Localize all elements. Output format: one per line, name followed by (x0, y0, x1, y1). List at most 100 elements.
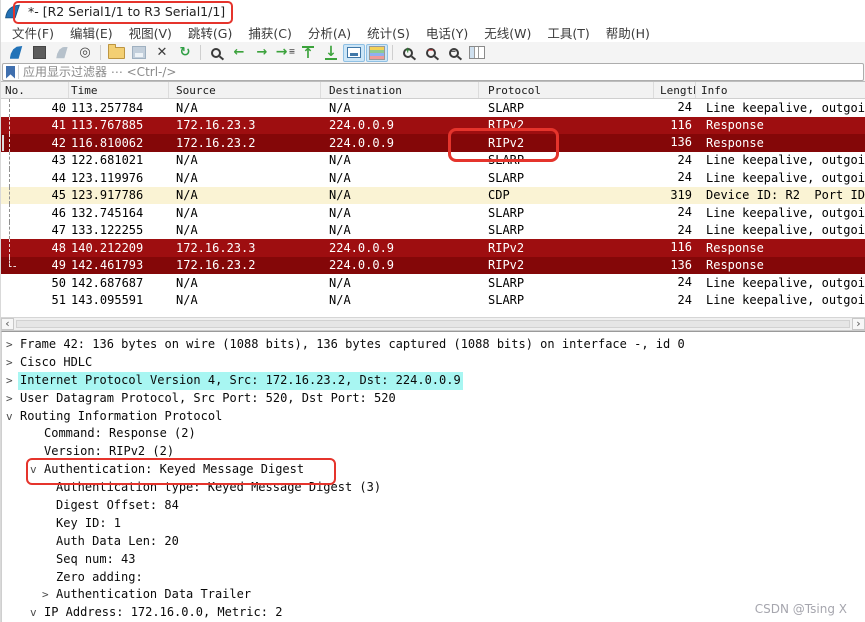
open-capture-file-icon[interactable] (105, 43, 127, 62)
detail-line-1[interactable]: > Cisco HDLC (2, 354, 865, 372)
menu-item-10[interactable]: 帮助(H) (598, 21, 658, 44)
colorize-packets-icon[interactable] (366, 43, 388, 62)
save-capture-file-icon[interactable] (128, 44, 150, 62)
menu-bar: 文件(F) 编辑(E) 视图(V) 跳转(G) 捕获(C) 分析(A) 统计(S) 电话(Y)… (1, 22, 865, 42)
detail-line-3[interactable]: > User Datagram Protocol, Src Port: 520, … (2, 390, 865, 408)
packet-row-48[interactable]: 48 140.212209 172.16.23.3 224.0.0.9 RIPv2 116… (1, 239, 865, 257)
cell-source: N/A (176, 153, 198, 168)
go-to-packet-icon[interactable]: → (274, 44, 296, 62)
scroll-left-icon[interactable]: ‹ (1, 318, 14, 330)
packet-row-51[interactable]: 51 143.095591 N/A N/A SLARP 24 Line keepalive,… (1, 291, 865, 309)
find-packet-icon[interactable] (205, 44, 227, 62)
menu-item-9[interactable]: 工具(T) (539, 21, 597, 44)
menu-item-5[interactable]: 分析(A) (300, 21, 359, 44)
close-capture-file-icon[interactable]: ✕ (151, 44, 173, 62)
menu-item-4[interactable]: 捕获(C) (240, 21, 299, 44)
detail-line-4[interactable]: v Routing Information Protocol (2, 408, 865, 426)
detail-line-13[interactable]: Zero adding: (2, 569, 865, 587)
go-back-icon[interactable]: ← (228, 44, 250, 62)
menu-item-6[interactable]: 统计(S) (359, 21, 418, 44)
cell-source: N/A (176, 293, 198, 308)
detail-line-0[interactable]: > Frame 42: 136 bytes on wire (1088 bits)… (2, 336, 865, 354)
expand-icon[interactable]: > (6, 390, 18, 408)
column-header-destination[interactable]: Destination (321, 82, 479, 98)
packet-row-50[interactable]: 50 142.687687 N/A N/A SLARP 24 Line keepalive,… (1, 274, 865, 292)
menu-item-2[interactable]: 视图(V) (121, 21, 180, 44)
stop-capture-icon[interactable] (28, 44, 50, 62)
detail-line-6[interactable]: Version: RIPv2 (2) (2, 443, 865, 461)
go-to-top-icon[interactable]: ↑ (297, 44, 319, 62)
start-capture-icon[interactable] (5, 44, 27, 62)
go-forward-icon[interactable]: → (251, 44, 273, 62)
collapse-icon[interactable]: v (6, 408, 18, 426)
packet-row-41[interactable]: 41 113.767885 172.16.23.3 224.0.0.9 RIPv2 116… (1, 116, 865, 134)
detail-line-7[interactable]: v Authentication: Keyed Message Digest (2, 461, 865, 479)
bookmark-icon[interactable] (6, 65, 15, 79)
detail-line-9[interactable]: Digest Offset: 84 (2, 497, 865, 515)
menu-item-0[interactable]: 文件(F) (4, 21, 62, 44)
packet-details-pane: > Frame 42: 136 bytes on wire (1088 bits)… (1, 331, 865, 622)
packet-list: 40 113.257784 N/A N/A SLARP 24 Line keepalive,… (1, 99, 865, 309)
expand-icon[interactable]: > (6, 336, 18, 354)
packet-row-42[interactable]: 42 116.810062 172.16.23.2 224.0.0.9 RIPv2 136… (1, 134, 865, 152)
packet-row-43[interactable]: 43 122.681021 N/A N/A SLARP 24 Line keepalive,… (1, 151, 865, 169)
column-header-source[interactable]: Source (169, 82, 321, 98)
cell-info: Response (706, 118, 764, 133)
cell-length: 319 (670, 187, 692, 202)
packet-row-47[interactable]: 47 133.122255 N/A N/A SLARP 24 Line keepalive,… (1, 221, 865, 239)
packet-row-45[interactable]: 45 123.917786 N/A N/A CDP 319 Device ID: R2 Po… (1, 186, 865, 204)
cell-info: Device ID: R2 Port ID (706, 188, 865, 203)
wireshark-logo-icon (5, 4, 21, 18)
cell-source: N/A (176, 170, 198, 185)
packet-row-40[interactable]: 40 113.257784 N/A N/A SLARP 24 Line keepalive,… (1, 99, 865, 117)
menu-item-3[interactable]: 跳转(G) (180, 21, 240, 44)
resize-columns-icon[interactable] (466, 44, 488, 62)
detail-text: Authentication type: Keyed Message Diges… (56, 480, 382, 495)
cell-protocol: SLARP (488, 275, 525, 290)
auto-scroll-icon[interactable] (343, 43, 365, 62)
cell-time: 122.681021 (71, 153, 144, 168)
cell-no: 50 (51, 275, 66, 290)
cell-protocol: SLARP (488, 170, 525, 185)
menu-item-7[interactable]: 电话(Y) (418, 21, 476, 44)
expand-icon[interactable]: > (6, 372, 18, 390)
collapse-icon[interactable]: v (30, 461, 42, 479)
capture-options-icon[interactable]: ◎ (74, 44, 96, 62)
reload-capture-file-icon[interactable]: ↻ (174, 44, 196, 62)
column-header-protocol[interactable]: Protocol (479, 82, 654, 98)
column-header-no[interactable]: No. (1, 82, 69, 98)
detail-line-14[interactable]: > Authentication Data Trailer (2, 586, 865, 604)
scroll-right-icon[interactable]: › (852, 318, 865, 330)
go-to-bottom-icon[interactable]: ↓ (320, 44, 342, 62)
detail-line-15[interactable]: v IP Address: 172.16.0.0, Metric: 2 (2, 604, 865, 622)
packet-row-44[interactable]: 44 123.119976 N/A N/A SLARP 24 Line keepalive,… (1, 169, 865, 187)
zoom-reset-icon[interactable] (443, 44, 465, 62)
detail-line-12[interactable]: Seq num: 43 (2, 551, 865, 569)
column-header-length[interactable]: Length (654, 82, 696, 98)
cell-time: 123.119976 (71, 170, 144, 185)
zoom-out-icon[interactable] (420, 44, 442, 62)
hscroll-thumb[interactable] (16, 320, 850, 328)
expand-icon[interactable]: > (42, 586, 54, 604)
cell-source: 172.16.23.3 (176, 240, 256, 255)
collapse-icon[interactable]: v (30, 604, 42, 622)
restart-capture-icon[interactable] (51, 44, 73, 62)
detail-line-5[interactable]: Command: Response (2) (2, 425, 865, 443)
detail-text: Cisco HDLC (20, 354, 93, 369)
detail-line-8[interactable]: Authentication type: Keyed Message Diges… (2, 479, 865, 497)
cell-length: 24 (677, 292, 692, 307)
menu-item-8[interactable]: 无线(W) (476, 21, 539, 44)
display-filter-input[interactable] (21, 64, 863, 80)
column-header-time[interactable]: Time (69, 82, 169, 98)
packet-row-49[interactable]: 49 142.461793 172.16.23.2 224.0.0.9 RIPv2 136… (1, 256, 865, 274)
packet-list-hscrollbar[interactable]: ‹ › (1, 317, 865, 331)
column-header-info[interactable]: Info (696, 82, 865, 98)
packet-row-46[interactable]: 46 132.745164 N/A N/A SLARP 24 Line keepalive,… (1, 204, 865, 222)
detail-line-10[interactable]: Key ID: 1 (2, 515, 865, 533)
expand-icon[interactable]: > (6, 354, 18, 372)
detail-line-2[interactable]: > Internet Protocol Version 4, Src: 172.1… (2, 371, 865, 390)
detail-line-11[interactable]: Auth Data Len: 20 (2, 533, 865, 551)
display-filter-box[interactable] (2, 63, 864, 81)
zoom-in-icon[interactable] (397, 44, 419, 62)
menu-item-1[interactable]: 编辑(E) (62, 21, 121, 44)
